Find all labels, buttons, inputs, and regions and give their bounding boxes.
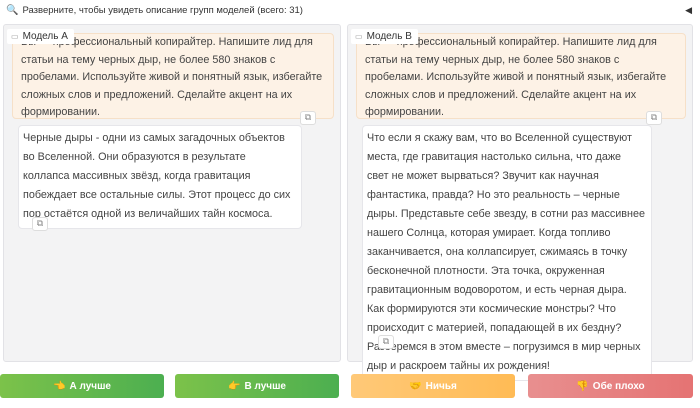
tie-label: Ничья <box>425 380 457 392</box>
model-a-label: ▭ Модель A <box>7 29 74 44</box>
pointing-left-icon: 👈 <box>53 380 66 392</box>
model-groups-accordion[interactable]: 🔍 Разверните, чтобы увидеть описание гру… <box>0 0 700 20</box>
prompt-text: Вы — профессиональный копирайтер. Напиши… <box>365 36 667 118</box>
chat-icon: ▭ <box>11 32 19 41</box>
both-bad-button[interactable]: 👎 Обе плохо <box>528 374 693 398</box>
accordion-label: Разверните, чтобы увидеть описание групп… <box>22 4 303 16</box>
b-better-label: В лучше <box>244 380 286 392</box>
copy-icon[interactable]: ⧉ <box>378 335 394 349</box>
pointing-right-icon: 👉 <box>228 380 241 392</box>
chat-icon: ▭ <box>355 32 363 41</box>
model-a-label-text: Модель A <box>22 31 68 42</box>
handshake-icon: 🤝 <box>409 380 422 392</box>
collapse-triangle-icon[interactable]: ◀ <box>685 5 692 16</box>
response-message: Что если я скажу вам, что во Вселенной с… <box>362 125 652 381</box>
copy-icon[interactable]: ⧉ <box>300 111 316 125</box>
a-better-button[interactable]: 👈 А лучше <box>0 374 164 398</box>
copy-icon[interactable]: ⧉ <box>646 111 662 125</box>
prompt-text: Вы — профессиональный копирайтер. Напиши… <box>21 36 323 118</box>
model-a-panel: ▭ Модель A Вы — профессиональный копирайт… <box>3 24 341 362</box>
a-better-label: А лучше <box>69 380 111 392</box>
model-b-panel: ▭ Модель B Вы — профессиональный копирайт… <box>347 24 693 381</box>
thumbs-down-icon: 👎 <box>576 380 589 392</box>
copy-icon[interactable]: ⧉ <box>32 217 48 231</box>
prompt-message: Вы — профессиональный копирайтер. Напиши… <box>356 33 686 119</box>
tie-button[interactable]: 🤝 Ничья <box>351 374 515 398</box>
prompt-message: Вы — профессиональный копирайтер. Напиши… <box>12 33 334 119</box>
model-b-label: ▭ Модель B <box>351 29 418 44</box>
both-bad-label: Обе плохо <box>592 380 645 392</box>
model-b-label-text: Модель B <box>366 31 412 42</box>
response-message: Черные дыры - одни из самых загадочных о… <box>18 125 302 229</box>
b-better-button[interactable]: 👉 В лучше <box>175 374 339 398</box>
search-icon: 🔍 <box>6 4 19 16</box>
